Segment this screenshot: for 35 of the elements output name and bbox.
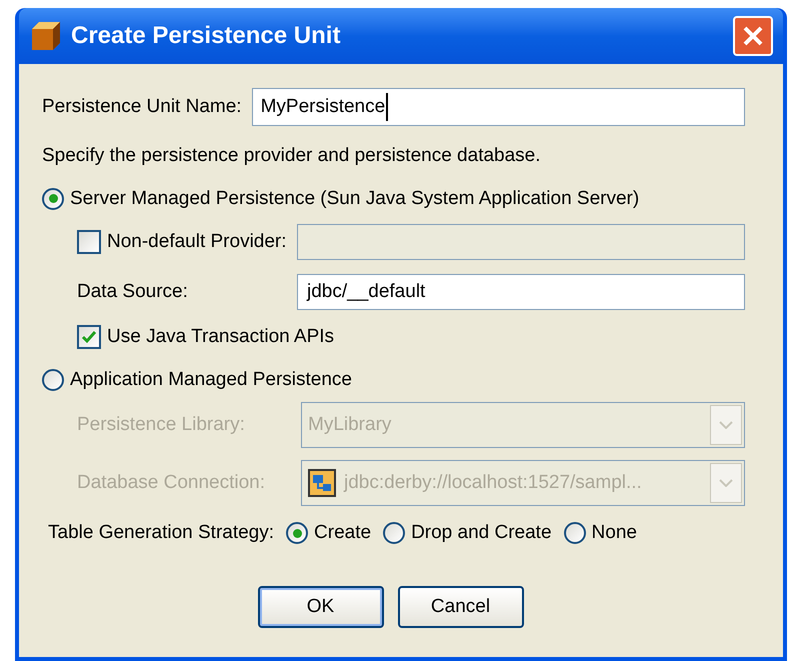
cube-icon [29, 19, 63, 53]
field-label: Data Source: [77, 280, 189, 304]
instruction-text: Specify the persistence provider and persistence database. [42, 144, 542, 168]
name-field[interactable]: MyPersistence [252, 88, 745, 126]
dialog-button[interactable]: OK [258, 586, 384, 628]
dialog-button[interactable]: Cancel [398, 586, 524, 628]
close-icon [742, 25, 764, 47]
dropdown-value: MyLibrary [308, 412, 392, 437]
radio-label: Create [314, 520, 372, 545]
radio-button[interactable] [564, 522, 586, 544]
radio-button[interactable] [286, 522, 308, 544]
field-value: jdbc/__default [307, 280, 426, 304]
caret-icon [719, 479, 733, 487]
radio-label: Drop and Create [411, 520, 552, 545]
checkbox[interactable] [77, 325, 101, 350]
close-button[interactable] [733, 16, 773, 56]
radio-button[interactable] [383, 522, 406, 544]
field-label: Table Generation Strategy: [48, 520, 274, 545]
radio-label: Application Managed Persistence [70, 368, 352, 392]
dropdown-value: jdbc:derby://localhost:1527/sampl... [344, 470, 643, 495]
radio-button[interactable] [42, 188, 64, 210]
radio-label: Server Managed Persistence (Sun Java System Application Server) [70, 186, 640, 210]
window-title: Create Persistence Unit [71, 21, 342, 51]
field-label: Persistence Unit Name: [42, 94, 242, 119]
database-icon [308, 469, 336, 497]
radio-button[interactable] [42, 368, 64, 391]
radio-label: None [592, 520, 637, 545]
field-label: Persistence Library: [77, 412, 246, 437]
field-value: MyPersistence [260, 92, 388, 122]
checkbox-label: Use Java Transaction APIs [107, 325, 334, 349]
field-label: Database Connection: [77, 470, 266, 495]
caret-icon [719, 421, 733, 429]
checkbox-label: Non-default Provider: [107, 230, 287, 254]
checkmark-icon [81, 330, 97, 344]
data-source-field[interactable]: jdbc/__default [297, 274, 745, 310]
